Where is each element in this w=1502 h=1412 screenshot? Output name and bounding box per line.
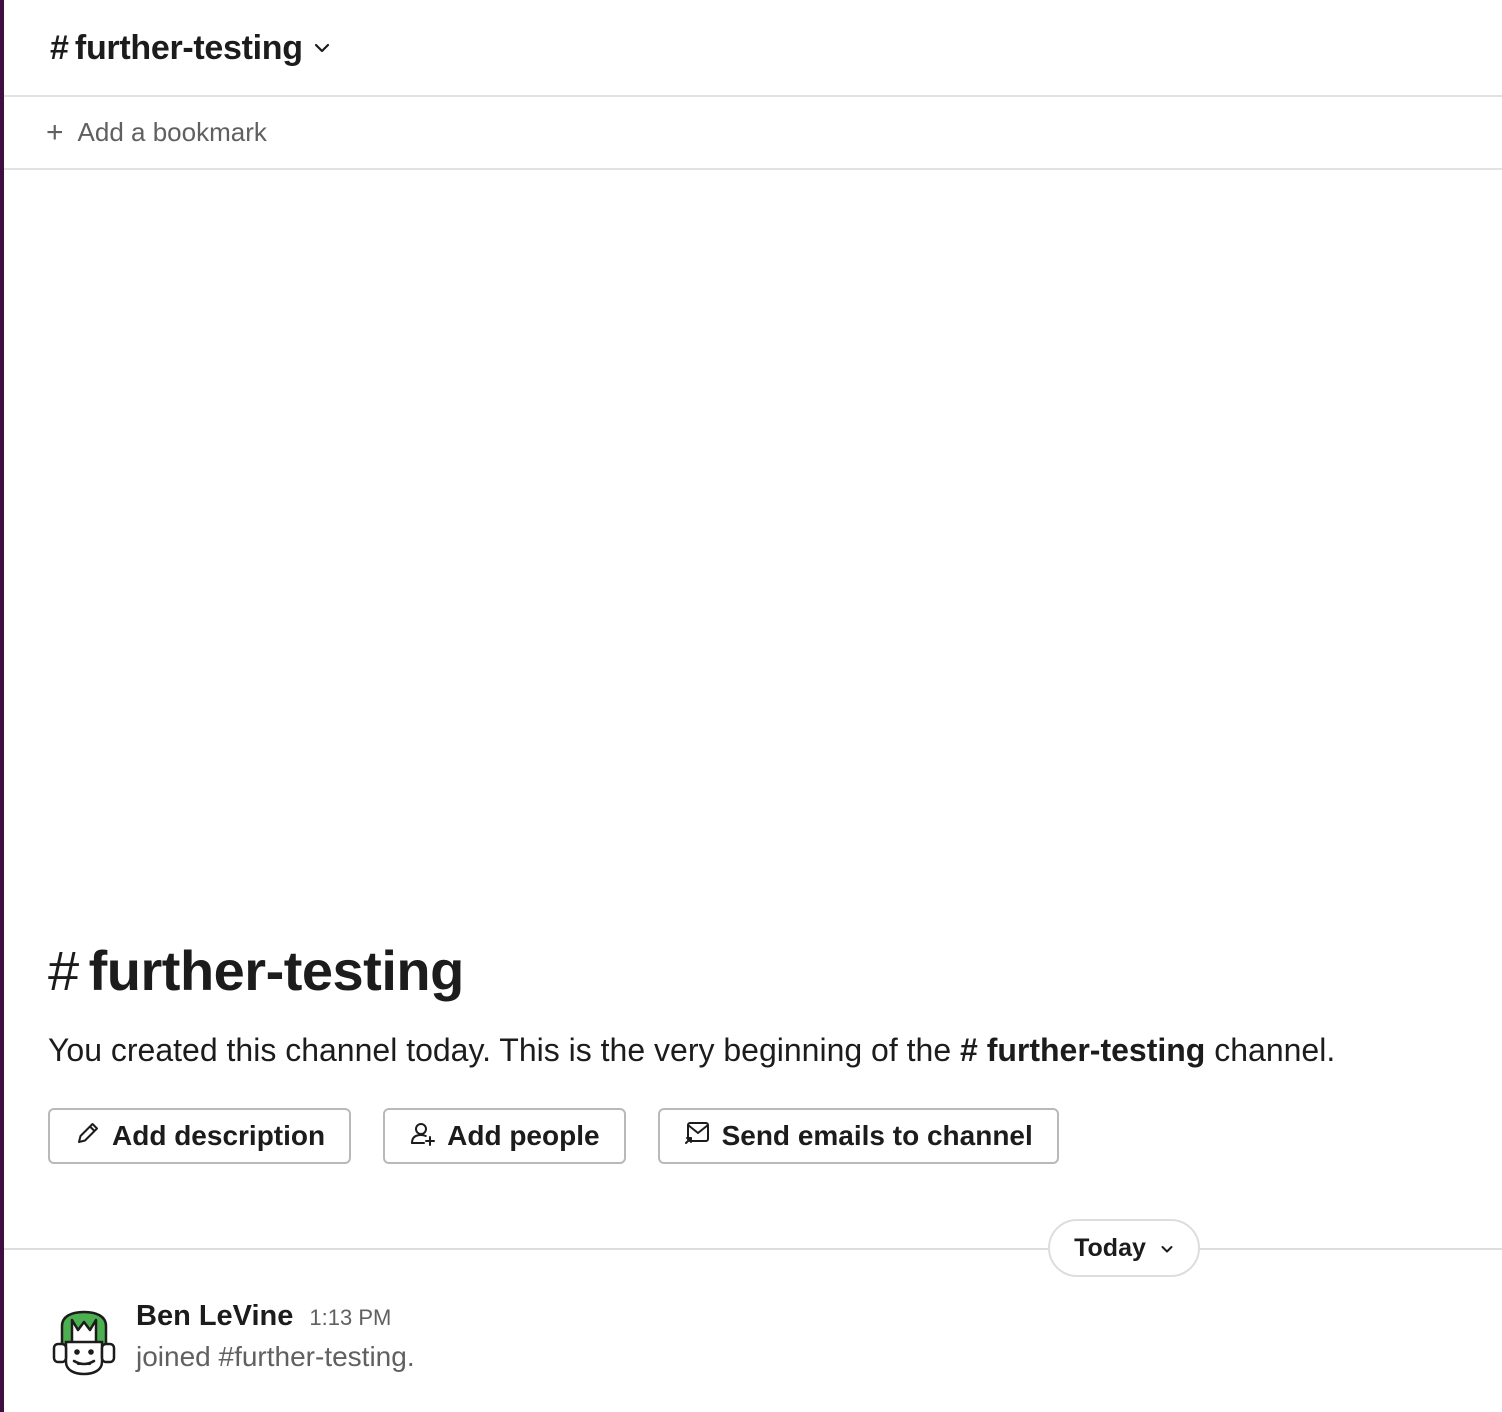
message-timestamp[interactable]: 1:13 PM (309, 1305, 391, 1331)
message-meta: Ben LeVine 1:13 PM (136, 1300, 415, 1333)
date-jump-button[interactable]: Today (1048, 1219, 1200, 1277)
send-emails-button[interactable]: Send emails to channel (657, 1108, 1059, 1164)
channel-hash-icon: # (48, 939, 79, 1002)
email-forward-icon (684, 1119, 712, 1154)
channel-intro: # further-testing You created this chann… (48, 938, 1488, 1164)
message-author[interactable]: Ben LeVine (136, 1300, 293, 1333)
app-window: # further-testing + Add a bookmark # fur… (0, 0, 1502, 1412)
channel-header: # further-testing (4, 0, 1502, 97)
add-description-label: Add description (112, 1120, 326, 1151)
add-bookmark-button[interactable]: + Add a bookmark (46, 117, 267, 148)
chevron-down-icon (1160, 1234, 1174, 1263)
intro-actions: Add description Add people Send emails t… (48, 1108, 1488, 1164)
channel-name-button[interactable]: # further-testing (46, 27, 337, 69)
intro-text-after: channel. (1205, 1032, 1336, 1068)
add-person-icon (409, 1119, 437, 1154)
add-people-button[interactable]: Add people (383, 1108, 626, 1164)
intro-channel-name: further-testing (88, 939, 465, 1002)
channel-name: further-testing (74, 28, 303, 67)
message-item: Ben LeVine 1:13 PM joined #further-testi… (48, 1300, 1488, 1390)
channel-link[interactable]: # further-testing (960, 1032, 1205, 1068)
intro-title: # further-testing (48, 938, 1488, 1004)
send-emails-label: Send emails to channel (721, 1120, 1033, 1151)
divider-line (4, 1248, 1502, 1250)
add-people-label: Add people (447, 1120, 600, 1151)
chevron-down-icon (313, 39, 331, 57)
day-divider: Today (4, 1219, 1502, 1277)
pencil-icon (74, 1119, 102, 1154)
bookmark-bar: + Add a bookmark (4, 97, 1502, 170)
intro-text-before: You created this channel today. This is … (48, 1032, 960, 1068)
add-bookmark-label: Add a bookmark (77, 117, 267, 147)
date-label: Today (1074, 1233, 1146, 1262)
avatar[interactable] (48, 1306, 120, 1378)
add-description-button[interactable]: Add description (48, 1108, 352, 1164)
intro-description: You created this channel today. This is … (48, 1028, 1488, 1072)
message-body: Ben LeVine 1:13 PM joined #further-testi… (136, 1300, 415, 1373)
channel-hash-icon: # (50, 28, 69, 67)
message-text: joined #further-testing. (136, 1341, 415, 1372)
plus-icon: + (46, 115, 64, 149)
